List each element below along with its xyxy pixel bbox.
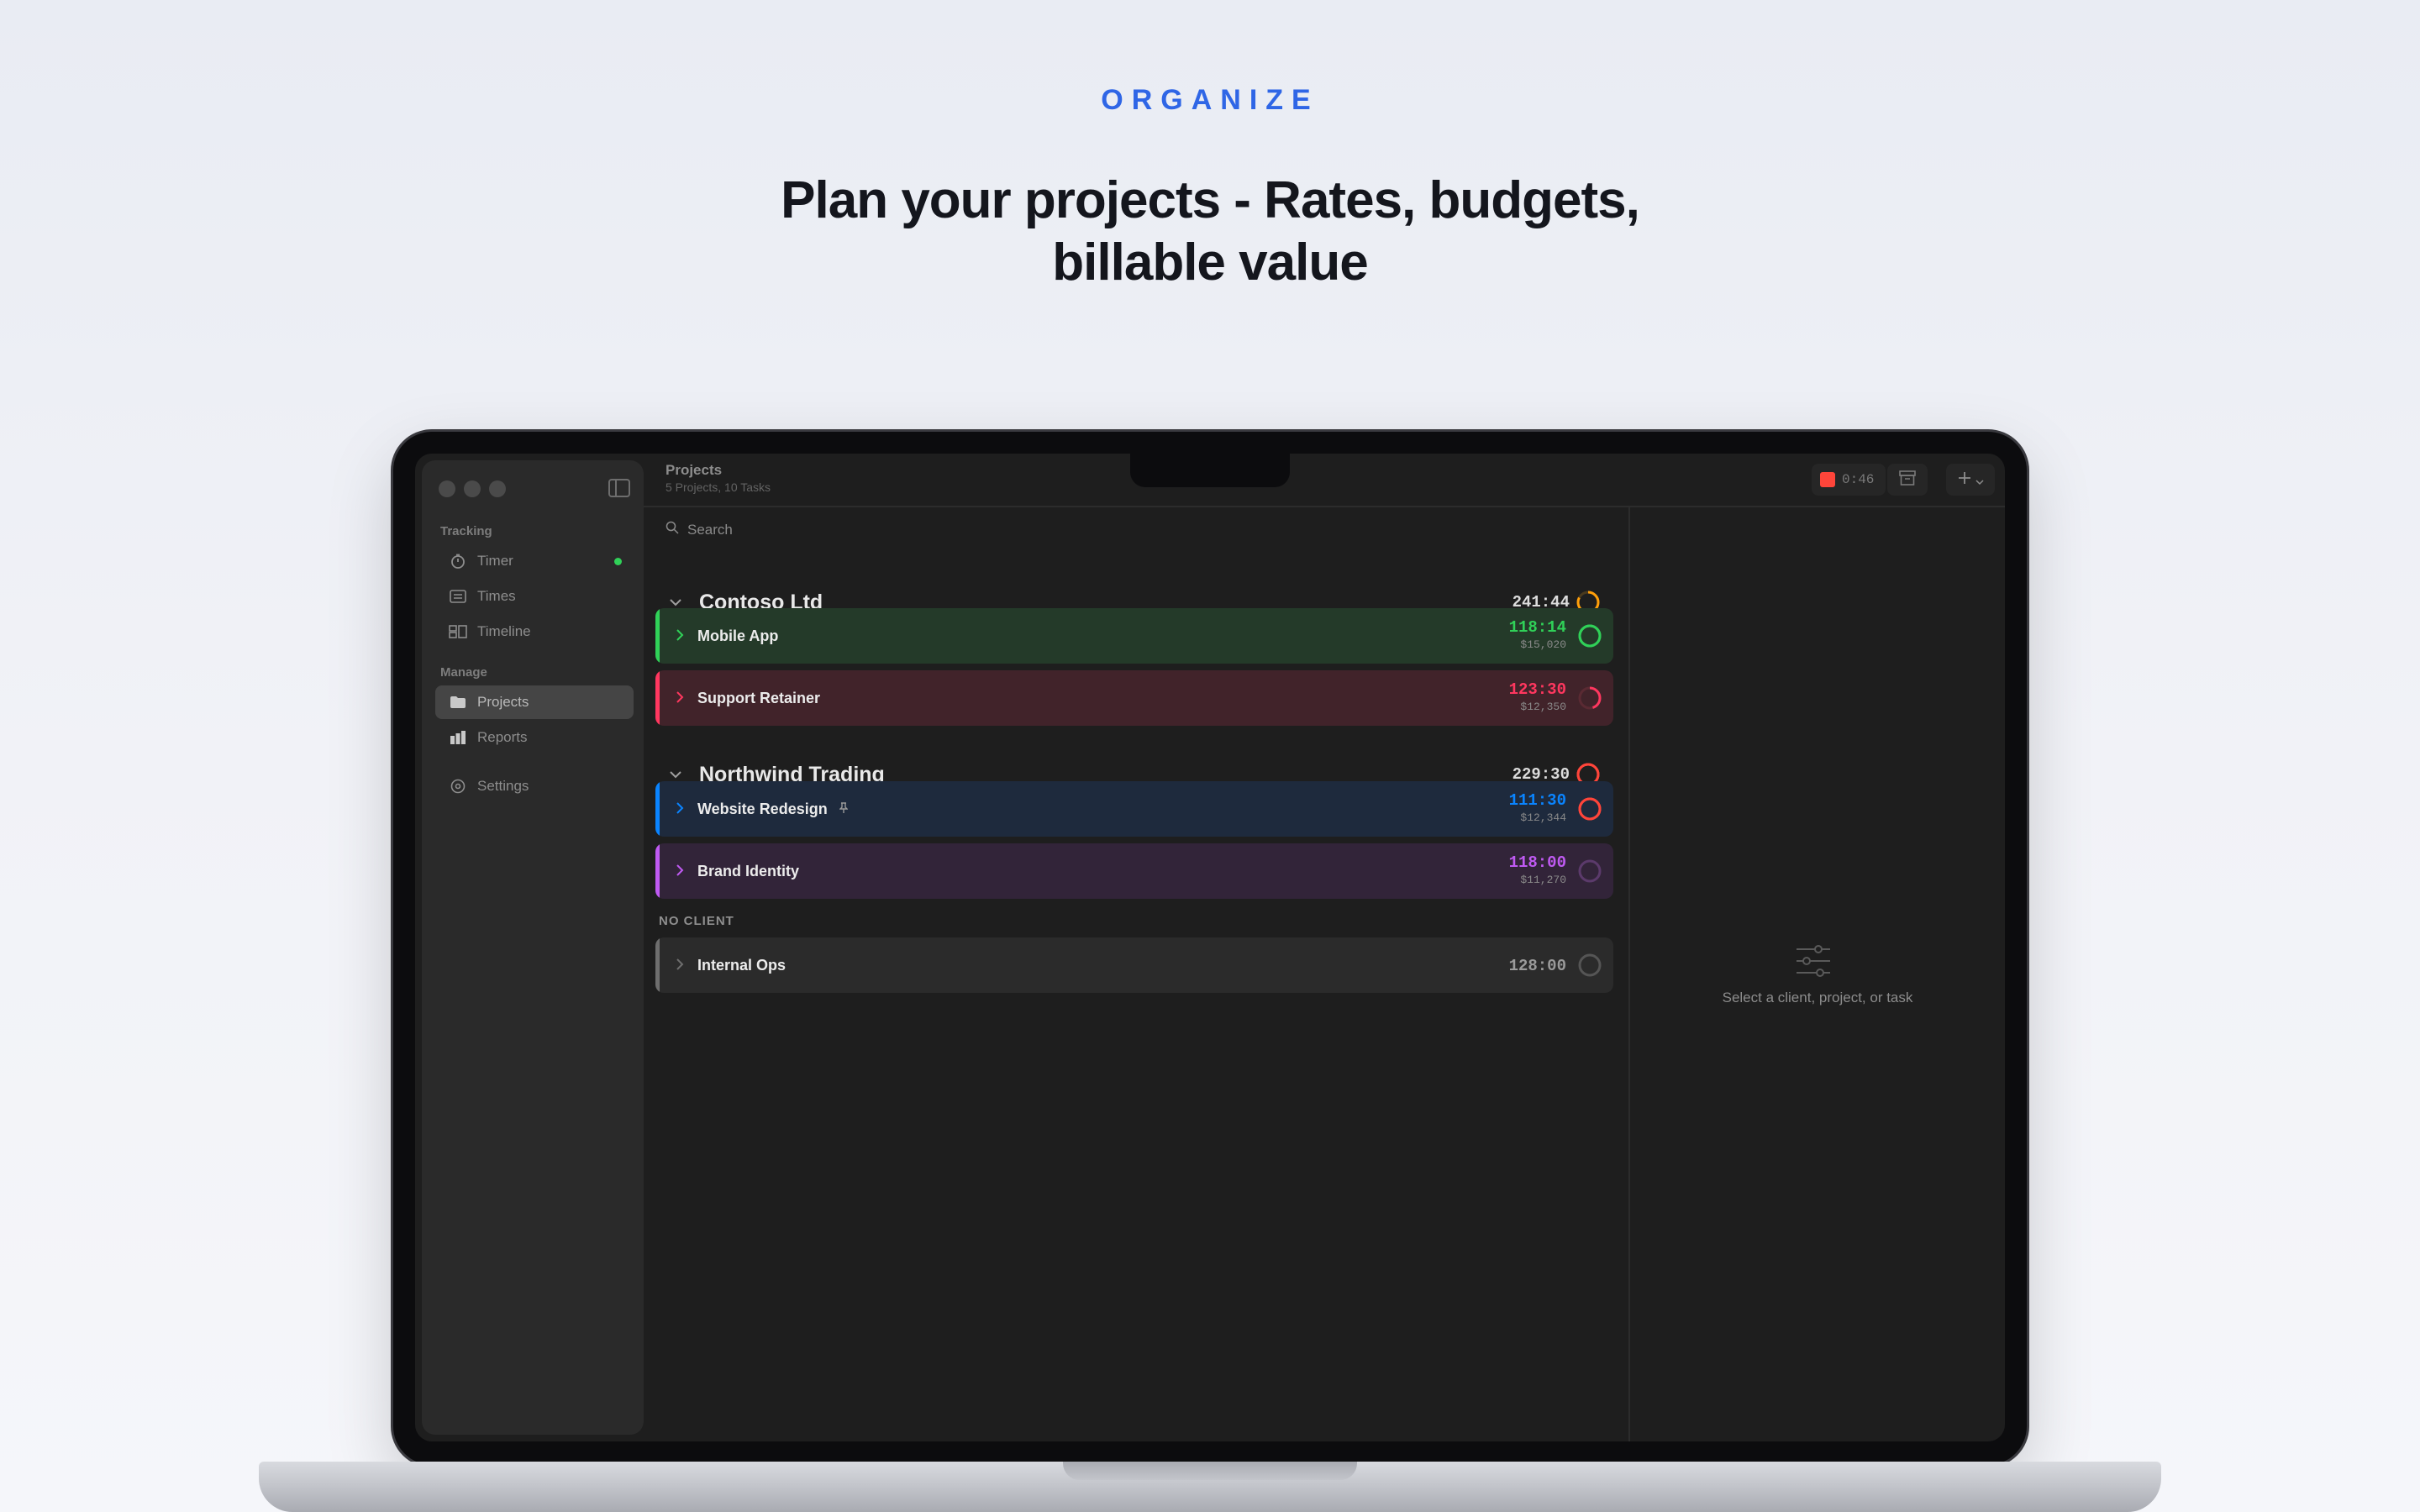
camera-notch [1130, 454, 1290, 487]
project-time: 123:30 [1508, 680, 1566, 699]
app-window: Tracking Timer Times Timeline Manage Pro… [415, 454, 2005, 1441]
project-name: Mobile App [697, 627, 779, 644]
running-timer-button[interactable]: 0:46 [1812, 464, 1886, 496]
add-button[interactable] [1946, 464, 1995, 496]
sidebar-item-timeline[interactable]: Timeline [435, 615, 634, 648]
project-color-bar [655, 843, 660, 899]
project-amount: $15,020 [1520, 638, 1566, 651]
timer-icon [449, 552, 467, 570]
archive-button[interactable] [1887, 464, 1928, 496]
chevron-right-icon[interactable] [676, 690, 684, 707]
sliders-icon [1795, 944, 1832, 978]
search-placeholder: Search [687, 521, 733, 538]
project-time: 118:14 [1508, 618, 1566, 637]
project-row-brand-identity[interactable]: Brand Identity 118:00 $11,270 [655, 843, 1613, 899]
sidebar-item-label: Reports [477, 729, 528, 745]
project-amount: $12,350 [1520, 701, 1566, 713]
archive-icon [1899, 470, 1916, 490]
project-row-website-redesign[interactable]: Website Redesign 111:30 $12,344 [655, 781, 1613, 837]
project-time: 111:30 [1508, 791, 1566, 810]
headline-line-2: billable value [1052, 234, 1368, 291]
chevron-right-icon[interactable] [676, 627, 684, 645]
project-color-bar [655, 670, 660, 726]
budget-ring-icon [1578, 859, 1602, 883]
budget-ring-icon [1578, 797, 1602, 821]
sidebar-item-times[interactable]: Times [435, 580, 634, 613]
close-window-button[interactable] [439, 480, 455, 497]
sidebar-item-timer[interactable]: Timer [435, 544, 634, 578]
running-timer-value: 0:46 [1842, 472, 1875, 487]
window-controls [439, 480, 506, 497]
stop-icon [1820, 472, 1835, 487]
sidebar-item-reports[interactable]: Reports [435, 721, 634, 754]
project-name: Support Retainer [697, 689, 821, 706]
folder-icon [449, 693, 467, 711]
toolbar-subtitle: 5 Projects, 10 Tasks [666, 480, 771, 494]
project-row-support-retainer[interactable]: Support Retainer 123:30 $12,350 [655, 670, 1613, 726]
project-name: Internal Ops [697, 956, 786, 974]
sidebar-item-label: Timer [477, 553, 513, 569]
no-client-section-label: NO CLIENT [659, 914, 734, 928]
times-list-icon [449, 587, 467, 606]
zoom-window-button[interactable] [489, 480, 506, 497]
budget-ring-icon [1578, 686, 1602, 710]
plus-icon [1957, 468, 1972, 491]
gear-icon [449, 777, 467, 795]
project-name: Brand Identity [697, 862, 800, 879]
project-time: 128:00 [1508, 957, 1566, 975]
sidebar-item-settings[interactable]: Settings [435, 769, 634, 803]
page-headline: Plan your projects - Rates, budgets, bil… [0, 170, 2420, 294]
project-amount: $11,270 [1520, 874, 1566, 886]
search-icon [666, 521, 679, 538]
sidebar-item-label: Timeline [477, 623, 531, 639]
pin-icon [839, 801, 849, 816]
budget-ring-icon [1578, 953, 1602, 977]
bar-chart-icon [449, 728, 467, 747]
toolbar-divider [644, 506, 2005, 507]
manage-section-label: Manage [440, 665, 487, 680]
project-time: 118:00 [1508, 853, 1566, 872]
laptop-hinge [1063, 1462, 1357, 1480]
detail-empty-text: Select a client, project, or task [1722, 990, 1913, 1005]
sidebar-item-label: Settings [477, 778, 529, 794]
minimize-window-button[interactable] [464, 480, 481, 497]
sidebar-item-projects[interactable]: Projects [435, 685, 634, 719]
chevron-right-icon[interactable] [676, 957, 684, 974]
sidebar-item-label: Times [477, 588, 516, 604]
budget-ring-icon [1578, 624, 1602, 648]
sidebar-toggle-icon[interactable] [608, 479, 630, 497]
project-amount: $12,344 [1520, 811, 1566, 824]
project-name: Website Redesign [697, 800, 828, 817]
sidebar-item-label: Projects [477, 694, 529, 710]
toolbar-title: Projects [666, 462, 723, 478]
project-row-internal-ops[interactable]: Internal Ops 128:00 [655, 937, 1613, 993]
chevron-down-icon [1975, 468, 1984, 491]
project-color-bar [655, 937, 660, 993]
sidebar: Tracking Timer Times Timeline Manage Pro… [422, 460, 644, 1435]
project-color-bar [655, 781, 660, 837]
detail-divider [1628, 506, 1630, 1441]
project-row-mobile-app[interactable]: Mobile App 118:14 $15,020 [655, 608, 1613, 664]
project-color-bar [655, 608, 660, 664]
section-eyebrow: ORGANIZE [1101, 84, 1319, 116]
chevron-right-icon[interactable] [676, 863, 684, 880]
search-field[interactable]: Search [666, 521, 733, 538]
running-indicator [614, 558, 622, 565]
chevron-right-icon[interactable] [676, 801, 684, 818]
timeline-icon [449, 622, 467, 641]
headline-line-1: Plan your projects - Rates, budgets, [781, 171, 1640, 229]
tracking-section-label: Tracking [440, 524, 492, 538]
